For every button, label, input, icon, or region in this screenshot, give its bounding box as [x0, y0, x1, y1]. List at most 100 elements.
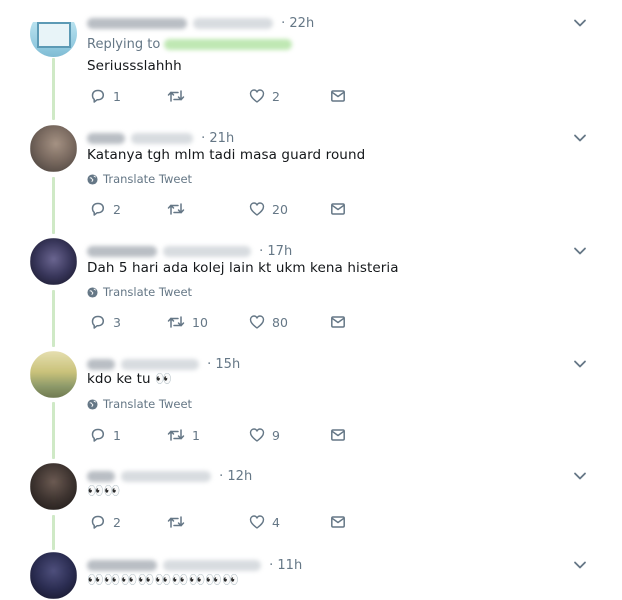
- avatar[interactable]: [30, 463, 77, 510]
- globe-icon: [87, 173, 98, 185]
- user-handle[interactable]: [121, 359, 199, 370]
- heart-icon: [249, 315, 265, 329]
- avatar[interactable]: [30, 238, 77, 285]
- avatar[interactable]: [30, 10, 77, 57]
- tweet-header: · 22h: [87, 16, 314, 34]
- like-button[interactable]: 4: [249, 514, 280, 530]
- translate-tweet-link[interactable]: Translate Tweet: [87, 285, 192, 299]
- heart-icon: [249, 428, 265, 442]
- thread-line: [52, 290, 55, 347]
- tweet-timestamp[interactable]: · 12h: [219, 469, 252, 484]
- heart-icon: [249, 515, 265, 529]
- direct-message-button[interactable]: [330, 88, 346, 104]
- like-button[interactable]: 20: [249, 201, 288, 217]
- tweet-text: kdo ke tu 👀: [87, 371, 172, 387]
- chevron-down-icon[interactable]: [573, 558, 587, 572]
- direct-message-icon: [331, 90, 345, 102]
- reply-button[interactable]: 1: [90, 427, 121, 443]
- avatar[interactable]: [30, 552, 77, 599]
- reply-count: 2: [113, 201, 121, 217]
- tweet-text: 👀👀👀👀👀👀👀👀👀: [87, 572, 240, 588]
- reply-button[interactable]: 1: [90, 88, 121, 104]
- tweet-actions: 1 1 9: [87, 427, 387, 447]
- retweet-icon: [167, 516, 185, 528]
- reply-count: 3: [113, 314, 121, 330]
- tweet-text: Katanya tgh mlm tadi masa guard round: [87, 147, 366, 163]
- like-count: 20: [272, 201, 288, 217]
- direct-message-button[interactable]: [330, 314, 346, 330]
- user-handle[interactable]: [193, 18, 273, 29]
- tweet-actions: 3 10 80: [87, 314, 387, 334]
- tweet-timestamp[interactable]: · 11h: [269, 558, 302, 573]
- display-name[interactable]: [87, 359, 115, 370]
- reply-button[interactable]: 2: [90, 514, 121, 530]
- replying-to: Replying to: [87, 37, 293, 52]
- direct-message-icon: [331, 516, 345, 528]
- tweet-timestamp[interactable]: · 17h: [259, 244, 292, 259]
- tweet-actions: 2 4: [87, 514, 387, 534]
- reply-button[interactable]: 2: [90, 201, 121, 217]
- reply-icon: [91, 428, 105, 442]
- like-button[interactable]: 2: [249, 88, 280, 104]
- display-name[interactable]: [87, 133, 125, 144]
- tweet-actions: 1 2: [87, 88, 387, 108]
- direct-message-button[interactable]: [330, 514, 346, 530]
- direct-message-icon: [331, 316, 345, 328]
- display-name[interactable]: [87, 246, 157, 257]
- display-name[interactable]: [87, 18, 187, 29]
- retweet-button[interactable]: 1: [167, 427, 200, 443]
- chevron-down-icon[interactable]: [573, 244, 587, 258]
- tweet-actions: 2 20: [87, 201, 387, 221]
- avatar[interactable]: [30, 125, 77, 172]
- tweet-timestamp[interactable]: · 21h: [201, 131, 234, 146]
- globe-icon: [87, 398, 98, 410]
- retweet-button[interactable]: [167, 514, 192, 530]
- retweet-count: 1: [192, 427, 200, 443]
- reply-icon: [91, 515, 105, 529]
- display-name[interactable]: [87, 471, 115, 482]
- translate-tweet-link[interactable]: Translate Tweet: [87, 172, 192, 186]
- replying-to-handle[interactable]: [164, 39, 293, 50]
- user-handle[interactable]: [121, 471, 211, 482]
- tweet-text: Dah 5 hari ada kolej lain kt ukm kena hi…: [87, 260, 399, 276]
- retweet-count: 10: [192, 314, 208, 330]
- thread-line: [52, 58, 55, 120]
- retweet-icon: [167, 316, 185, 328]
- retweet-button[interactable]: [167, 88, 192, 104]
- retweet-icon: [167, 203, 185, 215]
- direct-message-button[interactable]: [330, 427, 346, 443]
- chevron-down-icon[interactable]: [573, 469, 587, 483]
- translate-label: Translate Tweet: [103, 285, 193, 299]
- reply-button[interactable]: 3: [90, 314, 121, 330]
- user-handle[interactable]: [163, 246, 251, 257]
- chevron-down-icon[interactable]: [573, 357, 587, 371]
- display-name[interactable]: [87, 560, 157, 571]
- chevron-down-icon[interactable]: [573, 131, 587, 145]
- user-handle[interactable]: [163, 560, 261, 571]
- direct-message-icon: [331, 429, 345, 441]
- user-handle[interactable]: [131, 133, 193, 144]
- tweet-text: 👀👀: [87, 483, 121, 499]
- direct-message-button[interactable]: [330, 201, 346, 217]
- avatar[interactable]: [30, 351, 77, 398]
- heart-icon: [249, 89, 265, 103]
- like-count: 2: [272, 88, 280, 104]
- chevron-down-icon[interactable]: [573, 16, 587, 30]
- heart-icon: [249, 202, 265, 216]
- tweet-timestamp[interactable]: · 22h: [281, 16, 314, 31]
- like-count: 4: [272, 514, 280, 530]
- thread-line: [52, 402, 55, 459]
- translate-label: Translate Tweet: [103, 397, 193, 411]
- retweet-button[interactable]: [167, 201, 192, 217]
- reply-count: 2: [113, 514, 121, 530]
- like-button[interactable]: 9: [249, 427, 280, 443]
- thread-line: [52, 515, 55, 550]
- tweet-timestamp[interactable]: · 15h: [207, 357, 240, 372]
- like-button[interactable]: 80: [249, 314, 288, 330]
- retweet-button[interactable]: 10: [167, 314, 208, 330]
- translate-tweet-link[interactable]: Translate Tweet: [87, 397, 192, 411]
- translate-label: Translate Tweet: [103, 172, 193, 186]
- like-count: 80: [272, 314, 288, 330]
- reply-icon: [91, 315, 105, 329]
- retweet-icon: [167, 429, 185, 441]
